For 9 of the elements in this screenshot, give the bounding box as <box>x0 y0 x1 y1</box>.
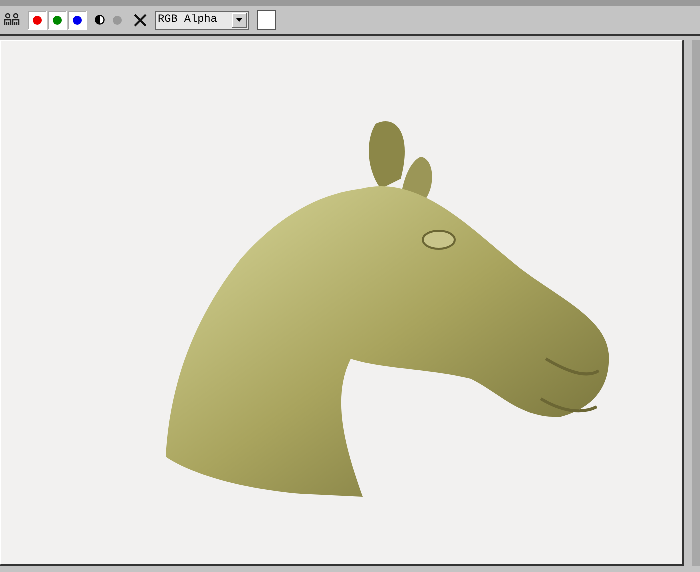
clear-icon[interactable] <box>134 14 147 26</box>
clone-people-icon[interactable] <box>4 13 20 27</box>
half-circle-icon <box>95 15 105 25</box>
scrollbar[interactable] <box>692 40 700 566</box>
monochrome-button[interactable] <box>95 15 105 25</box>
caret-icon <box>236 18 243 22</box>
disc-icon <box>113 16 122 24</box>
channel-dropdown[interactable]: RGB Alpha <box>155 10 249 30</box>
color-swatch[interactable] <box>257 10 276 30</box>
